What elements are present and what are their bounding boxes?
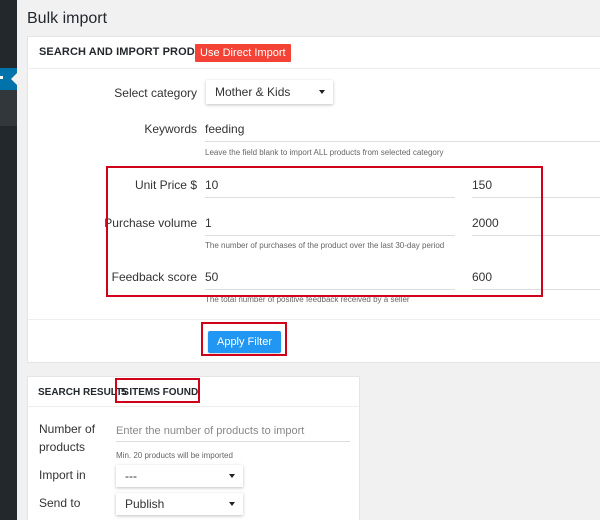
send-to-select[interactable]: Publish <box>116 493 243 515</box>
panel-header: SEARCH AND IMPORT PRODUCTS Use Direct Im… <box>28 37 600 69</box>
chevron-down-icon <box>229 502 235 506</box>
chevron-down-icon <box>319 90 325 94</box>
feedback-score-min-input[interactable]: 50 <box>205 264 455 290</box>
feedback-score-help-text: The total number of positive feedback re… <box>205 295 410 304</box>
feedback-score-max-input[interactable]: 600 <box>472 264 600 290</box>
keywords-input[interactable]: feeding <box>205 116 600 142</box>
results-title: SEARCH RESULTS <box>38 387 129 398</box>
purchase-volume-help-text: The number of purchases of the product o… <box>205 241 445 250</box>
number-of-products-help-text: Min. 20 products will be imported <box>116 451 233 460</box>
results-count-badge: 5 ITEMS FOUND <box>121 387 199 398</box>
import-in-label: Import in <box>39 468 86 482</box>
results-header: SEARCH RESULTS 5 ITEMS FOUND <box>28 377 359 407</box>
panel-divider <box>28 319 600 320</box>
chevron-down-icon <box>229 474 235 478</box>
keywords-label: Keywords <box>144 122 197 136</box>
category-label: Select category <box>114 86 197 100</box>
purchase-volume-max-input[interactable]: 2000 <box>472 210 600 236</box>
search-results-panel: SEARCH RESULTS 5 ITEMS FOUND Number of p… <box>27 376 360 520</box>
search-import-panel: SEARCH AND IMPORT PRODUCTS Use Direct Im… <box>27 36 600 363</box>
import-in-select[interactable]: --- <box>116 465 243 487</box>
number-of-products-label: Number of products <box>39 422 96 454</box>
unit-price-max-input[interactable]: 150 <box>472 172 600 198</box>
sidebar-submenu <box>0 90 17 126</box>
number-of-products-input[interactable]: Enter the number of products to import <box>116 420 350 442</box>
sidebar-current-arrow-icon <box>11 73 17 85</box>
sidebar-active-indicator <box>0 76 3 79</box>
unit-price-label: Unit Price $ <box>134 178 197 192</box>
purchase-volume-min-input[interactable]: 1 <box>205 210 455 236</box>
category-select[interactable]: Mother & Kids <box>206 80 333 104</box>
category-select-value: Mother & Kids <box>215 85 291 99</box>
import-in-select-value: --- <box>125 469 137 483</box>
use-direct-import-button[interactable]: Use Direct Import <box>195 44 291 62</box>
apply-filter-button[interactable]: Apply Filter <box>208 331 281 353</box>
page-title: Bulk import <box>27 10 108 27</box>
send-to-select-value: Publish <box>125 497 165 511</box>
purchase-volume-label: Purchase volume <box>104 216 197 230</box>
keywords-help-text: Leave the field blank to import ALL prod… <box>205 148 444 157</box>
feedback-score-label: Feedback score <box>111 270 197 284</box>
send-to-label: Send to <box>39 496 81 510</box>
unit-price-min-input[interactable]: 10 <box>205 172 455 198</box>
